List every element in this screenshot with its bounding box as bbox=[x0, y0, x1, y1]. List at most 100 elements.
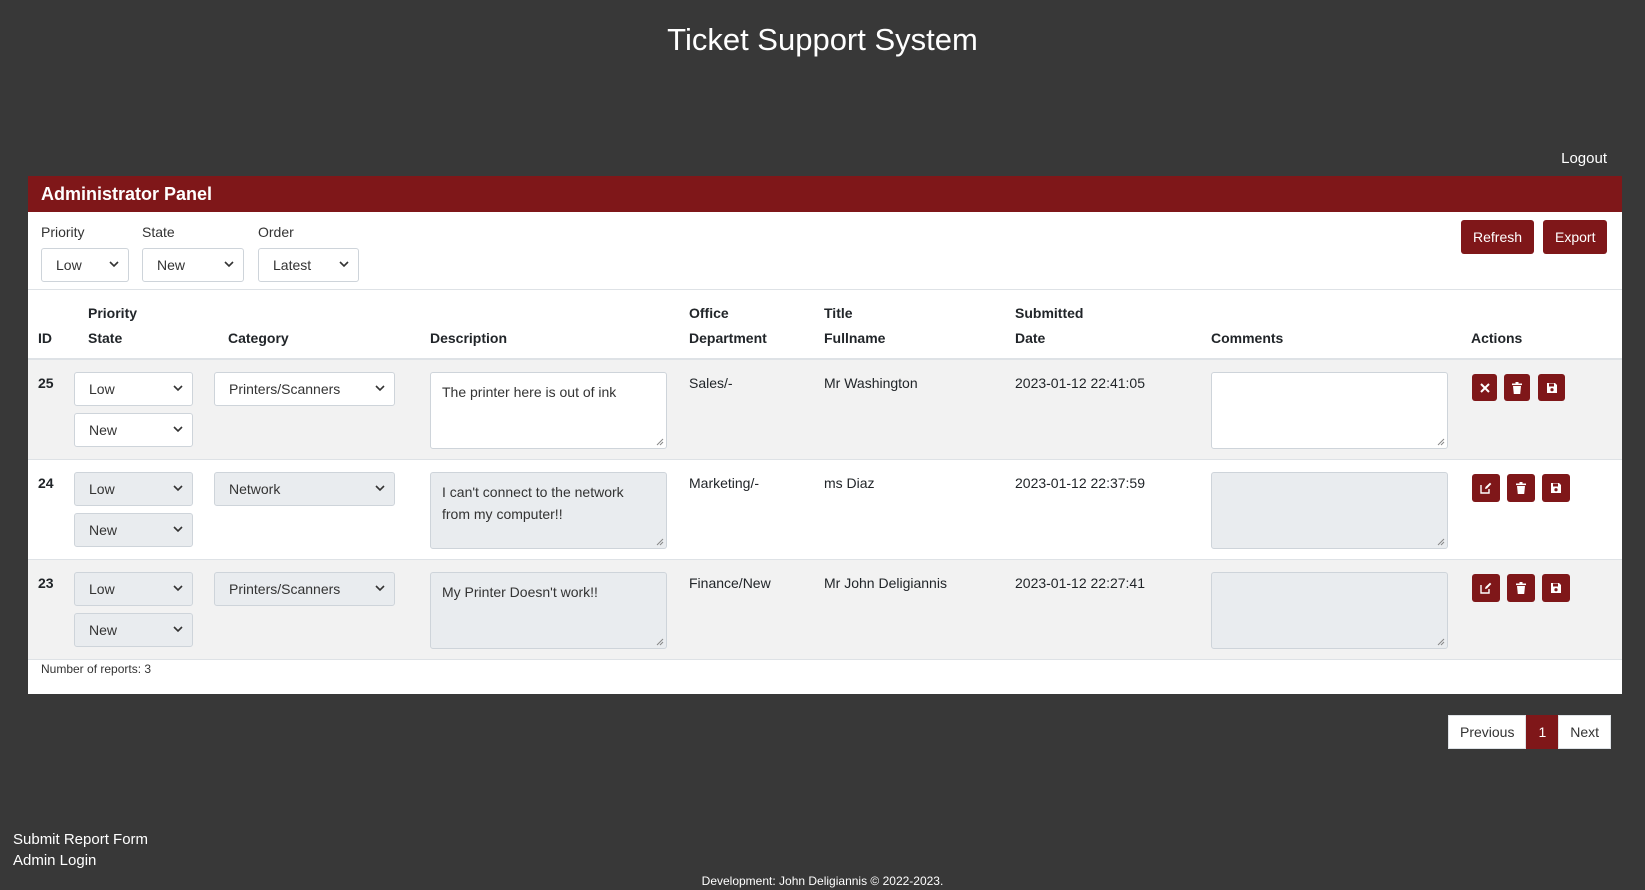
priority-select[interactable]: Low bbox=[74, 572, 193, 606]
cancel-button[interactable] bbox=[1472, 374, 1497, 401]
previous-page-button[interactable]: Previous bbox=[1448, 715, 1527, 749]
logout-link[interactable]: Logout bbox=[1561, 150, 1607, 167]
page-title: Ticket Support System bbox=[667, 22, 978, 57]
category-select[interactable]: Printers/Scanners bbox=[214, 372, 395, 406]
priority-select[interactable]: Low bbox=[74, 372, 193, 406]
submitted-date: 2023-01-12 22:37:59 bbox=[1015, 475, 1145, 491]
state-value: New bbox=[89, 622, 118, 638]
resize-grip-icon[interactable] bbox=[656, 638, 664, 646]
office-department: Finance/New bbox=[689, 575, 771, 591]
priority-value: Low bbox=[89, 581, 115, 597]
header-actions: Actions bbox=[1471, 330, 1523, 346]
delete-button[interactable] bbox=[1507, 574, 1535, 602]
header-state: State bbox=[88, 330, 123, 346]
state-value: New bbox=[89, 522, 118, 538]
table-row: 24 Low New Network I can't connect to th… bbox=[28, 460, 1622, 560]
filter-order-label: Order bbox=[258, 224, 294, 240]
state-value: New bbox=[89, 422, 118, 438]
state-select[interactable]: New bbox=[74, 513, 193, 547]
chevron-down-icon bbox=[375, 485, 385, 492]
report-count: Number of reports: 3 bbox=[41, 662, 152, 676]
save-button[interactable] bbox=[1542, 574, 1570, 602]
chevron-down-icon bbox=[173, 385, 183, 392]
chevron-down-icon bbox=[224, 261, 234, 268]
office-department: Sales/- bbox=[689, 375, 733, 391]
export-button[interactable]: Export bbox=[1543, 220, 1608, 254]
resize-grip-icon[interactable] bbox=[1437, 638, 1445, 646]
filter-bar: Priority Low State New Order Latest Refr… bbox=[28, 212, 1622, 290]
filter-state-label: State bbox=[142, 224, 175, 240]
header-date: Date bbox=[1015, 330, 1046, 346]
comments-textarea[interactable] bbox=[1211, 472, 1448, 549]
ticket-id: 23 bbox=[38, 575, 54, 591]
next-page-button[interactable]: Next bbox=[1558, 715, 1612, 749]
resize-grip-icon[interactable] bbox=[1437, 538, 1445, 546]
description-text: I can't connect to the network from my c… bbox=[442, 484, 624, 522]
submit-report-link[interactable]: Submit Report Form bbox=[13, 831, 148, 848]
admin-panel: Administrator Panel Priority Low State N… bbox=[28, 176, 1622, 694]
edit-icon bbox=[1480, 482, 1492, 494]
chevron-down-icon bbox=[173, 485, 183, 492]
priority-select[interactable]: Low bbox=[74, 472, 193, 506]
chevron-down-icon bbox=[109, 261, 119, 268]
trash-icon bbox=[1516, 482, 1526, 494]
comments-textarea[interactable] bbox=[1211, 372, 1448, 449]
delete-button[interactable] bbox=[1504, 374, 1530, 401]
header-comments: Comments bbox=[1211, 330, 1284, 346]
save-icon bbox=[1551, 583, 1561, 593]
table-row: 23 Low New Printers/Scanners My Printer … bbox=[28, 560, 1622, 660]
admin-login-link[interactable]: Admin Login bbox=[13, 852, 96, 869]
filter-state-select[interactable]: New bbox=[142, 248, 244, 282]
refresh-button[interactable]: Refresh bbox=[1461, 220, 1535, 254]
delete-button[interactable] bbox=[1507, 474, 1535, 502]
edit-button[interactable] bbox=[1472, 574, 1500, 602]
filter-order-select[interactable]: Latest bbox=[258, 248, 359, 282]
state-select[interactable]: New bbox=[74, 613, 193, 647]
resize-grip-icon[interactable] bbox=[656, 538, 664, 546]
pagination: Previous 1 Next bbox=[1448, 715, 1612, 749]
category-value: Network bbox=[229, 481, 281, 497]
filter-order-value: Latest bbox=[273, 257, 312, 273]
chevron-down-icon bbox=[375, 385, 385, 392]
header-priority: Priority bbox=[88, 305, 138, 321]
chevron-down-icon bbox=[339, 261, 349, 268]
developer-credit: Development: John Deligiannis © 2022-202… bbox=[701, 874, 944, 888]
fullname: Mr John Deligiannis bbox=[824, 575, 947, 591]
save-button[interactable] bbox=[1538, 374, 1565, 401]
filter-priority-select[interactable]: Low bbox=[41, 248, 129, 282]
filter-state: State New bbox=[142, 224, 244, 282]
submitted-date: 2023-01-12 22:27:41 bbox=[1015, 575, 1145, 591]
category-select[interactable]: Printers/Scanners bbox=[214, 572, 395, 606]
save-button[interactable] bbox=[1542, 474, 1570, 502]
state-select[interactable]: New bbox=[74, 413, 193, 447]
submitted-date: 2023-01-12 22:41:05 bbox=[1015, 375, 1145, 391]
save-icon bbox=[1546, 382, 1557, 393]
description-textarea[interactable]: The printer here is out of ink bbox=[430, 372, 667, 449]
header-fullname: Fullname bbox=[824, 330, 886, 346]
resize-grip-icon[interactable] bbox=[656, 438, 664, 446]
page-1-button[interactable]: 1 bbox=[1526, 715, 1559, 749]
office-department: Marketing/- bbox=[689, 475, 760, 491]
description-textarea[interactable]: My Printer Doesn't work!! bbox=[430, 572, 667, 649]
trash-icon bbox=[1516, 582, 1526, 594]
description-textarea[interactable]: I can't connect to the network from my c… bbox=[430, 472, 667, 549]
header-category: Category bbox=[228, 330, 289, 346]
comments-textarea[interactable] bbox=[1211, 572, 1448, 649]
category-value: Printers/Scanners bbox=[229, 581, 341, 597]
resize-grip-icon[interactable] bbox=[1437, 438, 1445, 446]
filter-state-value: New bbox=[157, 257, 186, 273]
filter-order: Order Latest bbox=[258, 224, 359, 282]
filter-priority-label: Priority bbox=[41, 224, 85, 240]
header-id: ID bbox=[38, 330, 52, 346]
edit-icon bbox=[1480, 582, 1492, 594]
chevron-down-icon bbox=[173, 585, 183, 592]
save-icon bbox=[1551, 483, 1561, 493]
category-select[interactable]: Network bbox=[214, 472, 395, 506]
chevron-down-icon bbox=[173, 626, 183, 633]
edit-button[interactable] bbox=[1472, 474, 1500, 502]
ticket-id: 24 bbox=[38, 475, 54, 491]
trash-icon bbox=[1512, 381, 1522, 394]
table-header: ID Priority State Category Description O… bbox=[28, 290, 1622, 360]
category-value: Printers/Scanners bbox=[229, 381, 341, 397]
panel-title: Administrator Panel bbox=[28, 176, 1622, 212]
